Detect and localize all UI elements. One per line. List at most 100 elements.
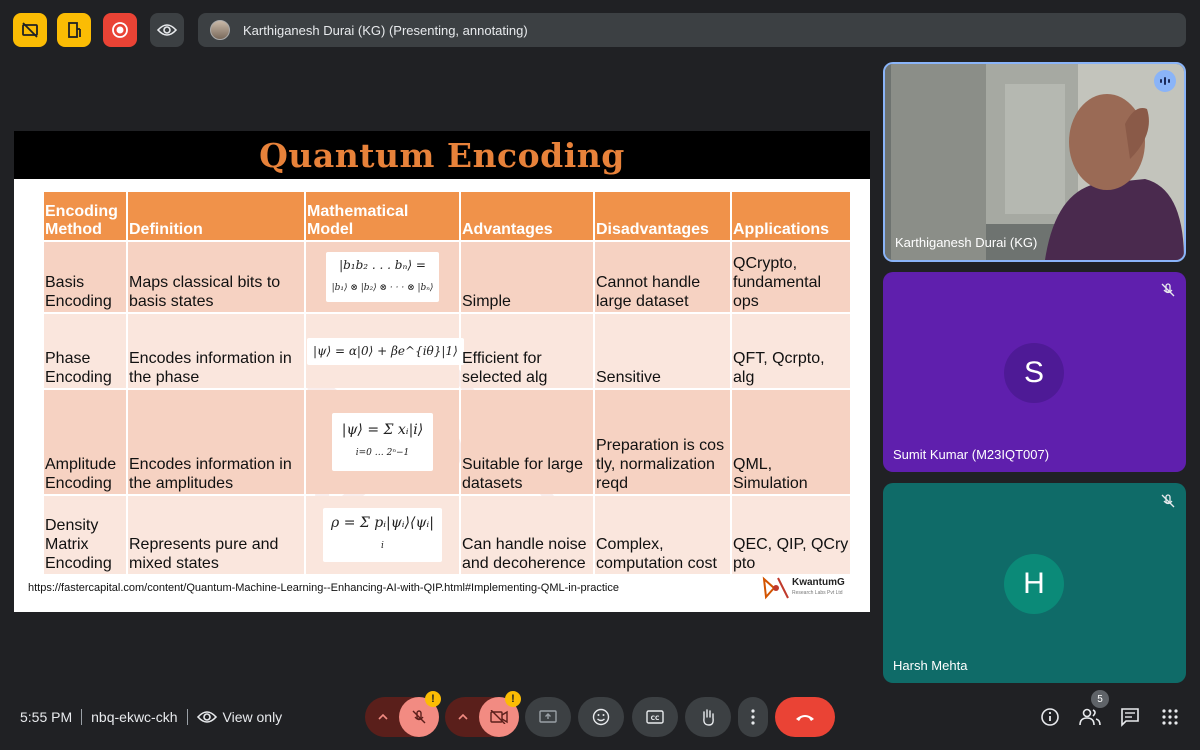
disadvantages-cell: Cannot handle large dataset [595, 242, 730, 312]
avatar: S [1004, 343, 1064, 403]
raise-hand-button[interactable] [685, 697, 731, 737]
table-row: Density Matrix Encoding Represents pure … [44, 496, 850, 574]
math-line-1: |ψ⟩ = α|0⟩ + βe^{iθ}|1⟩ [313, 343, 458, 358]
divider [186, 709, 188, 725]
advantages-cell: Can handle noise and decoherence [461, 496, 593, 574]
visibility-icon[interactable] [150, 13, 184, 47]
presenter-label: Karthiganesh Durai (KG) (Presenting, ann… [243, 22, 528, 38]
chat-icon [1121, 708, 1139, 727]
meeting-details-button[interactable] [1038, 705, 1062, 729]
present-screen-button[interactable] [525, 697, 571, 737]
reactions-button[interactable] [578, 697, 624, 737]
applications-cell: QFT, Qcrpto, alg [732, 314, 850, 388]
logo-text: KwantumG Research Labs Pvt Ltd [792, 577, 845, 599]
method-cell: Density Matrix Encoding [44, 496, 126, 574]
applications-cell: QCrypto, fundamental ops [732, 242, 850, 312]
method-cell: Phase Encoding [44, 314, 126, 388]
avatar: H [1004, 554, 1064, 614]
definition-cell: Encodes information in the amplitudes [128, 390, 304, 494]
table-row: Basis Encoding Maps classical bits to ba… [44, 242, 850, 312]
participant-count-badge: 5 [1091, 690, 1109, 708]
speaking-indicator-icon [1154, 70, 1176, 92]
camera-warning-icon: ! [505, 691, 521, 707]
logo-subtitle: Research Labs Pvt Ltd [792, 590, 843, 596]
math-line-2: |b₁⟩ ⊗ |b₂⟩ ⊗ · · · ⊗ |bₙ⟩ [331, 283, 434, 293]
source-link: https://fastercapital.com/content/Quantu… [28, 582, 619, 594]
header-cell: Disadvantages [595, 192, 730, 240]
meeting-info: 5:55 PM nbq-ekwc-ckh View only [20, 709, 282, 725]
math-cell: |b₁b₂ . . . bₙ⟩ = |b₁⟩ ⊗ |b₂⟩ ⊗ · · · ⊗ … [306, 242, 459, 312]
top-bar: Karthiganesh Durai (KG) (Presenting, ann… [0, 0, 1200, 60]
activities-button[interactable] [1158, 705, 1182, 729]
math-formula: |b₁b₂ . . . bₙ⟩ = |b₁⟩ ⊗ |b₂⟩ ⊗ · · · ⊗ … [325, 252, 440, 302]
leave-call-button[interactable] [775, 697, 835, 737]
participant-name: Harsh Mehta [893, 658, 968, 673]
emoji-icon [592, 708, 610, 726]
math-line-2: i [381, 541, 384, 551]
header-cell: Mathematical Model [306, 192, 459, 240]
disadvantages-cell: Complex, computation cost [595, 496, 730, 574]
chat-button[interactable] [1118, 705, 1142, 729]
definition-cell: Represents pure and mixed states [128, 496, 304, 574]
meeting-code: nbq-ekwc-ckh [91, 709, 178, 725]
presenter-banner[interactable]: Karthiganesh Durai (KG) (Presenting, ann… [198, 13, 1186, 47]
presenter-avatar [210, 20, 230, 40]
advantages-cell: Efficient for selected alg [461, 314, 593, 388]
math-line-1: |b₁b₂ . . . bₙ⟩ = [339, 258, 426, 272]
slide-title: Quantum Encoding [259, 135, 625, 175]
apps-grid-icon [1162, 709, 1178, 725]
camera-off-icon [490, 710, 508, 724]
svg-text:CC: CC [651, 715, 660, 722]
header-cell: Encoding Method [44, 192, 126, 240]
participant-tile-harsh[interactable]: H Harsh Mehta [883, 483, 1186, 683]
table-row: Amplitude Encoding Encodes information i… [44, 390, 850, 494]
definition-cell: Encodes information in the phase [128, 314, 304, 388]
mic-muted-icon [1161, 494, 1175, 508]
recording-icon[interactable] [103, 13, 137, 47]
math-line-1: ρ = Σ pᵢ|ψᵢ⟩⟨ψᵢ| [331, 515, 434, 531]
disadvantages-cell: Sensitive [595, 314, 730, 388]
company-logo: KwantumG Research Labs Pvt Ltd [760, 575, 845, 601]
participant-tile-sumit[interactable]: S Sumit Kumar (M23IQT007) [883, 272, 1186, 472]
definition-cell: Maps classical bits to basis states [128, 242, 304, 312]
applications-cell: QML, Simulation [732, 390, 850, 494]
captions-off-icon[interactable] [13, 13, 47, 47]
math-cell: |ψ⟩ = Σ xᵢ|i⟩ i=0 … 2ⁿ−1 [306, 390, 459, 494]
mic-muted-icon [1161, 283, 1175, 297]
participant-name: Sumit Kumar (M23IQT007) [893, 447, 1050, 462]
info-icon [1041, 708, 1059, 726]
mic-control-group: ! [365, 691, 441, 737]
slide-header: Quantum Encoding [14, 131, 870, 179]
shared-screen-slide: Quantum Encoding Encoding Method Definit… [14, 131, 870, 612]
mic-options-chevron-icon[interactable] [365, 697, 401, 737]
mic-warning-icon: ! [425, 691, 441, 707]
method-cell: Basis Encoding [44, 242, 126, 312]
presenter-video-feed [885, 64, 1184, 260]
bottom-control-bar: 5:55 PM nbq-ekwc-ckh View only ! ! CC [0, 690, 1200, 750]
method-cell: Amplitude Encoding [44, 390, 126, 494]
kwantumg-logo-icon [762, 576, 789, 600]
present-screen-icon [539, 710, 557, 723]
more-vert-icon [751, 709, 755, 725]
header-cell: Definition [128, 192, 304, 240]
raise-hand-icon [703, 709, 714, 726]
advantages-cell: Suitable for large datasets [461, 390, 593, 494]
header-cell: Applications [732, 192, 850, 240]
people-icon [1079, 708, 1101, 726]
math-line-1: |ψ⟩ = Σ xᵢ|i⟩ [341, 422, 424, 438]
building-icon[interactable] [57, 13, 91, 47]
participant-tile-presenter[interactable]: Karthiganesh Durai (KG) [883, 62, 1186, 262]
math-formula: |ψ⟩ = α|0⟩ + βe^{iθ}|1⟩ [307, 337, 464, 365]
more-options-button[interactable] [738, 697, 768, 737]
math-line-2: i=0 … 2ⁿ−1 [355, 448, 410, 458]
logo-name: KwantumG [792, 577, 845, 588]
camera-control-group: ! [445, 691, 521, 737]
captions-button[interactable]: CC [632, 697, 678, 737]
view-only-eye-icon [196, 711, 217, 723]
math-formula: |ψ⟩ = Σ xᵢ|i⟩ i=0 … 2ⁿ−1 [331, 413, 434, 471]
math-cell: |ψ⟩ = α|0⟩ + βe^{iθ}|1⟩ [306, 314, 464, 388]
encoding-table: Encoding Method Definition Mathematical … [42, 190, 852, 576]
people-button[interactable] [1078, 705, 1102, 729]
camera-options-chevron-icon[interactable] [445, 697, 481, 737]
table-header-row: Encoding Method Definition Mathematical … [44, 192, 850, 240]
